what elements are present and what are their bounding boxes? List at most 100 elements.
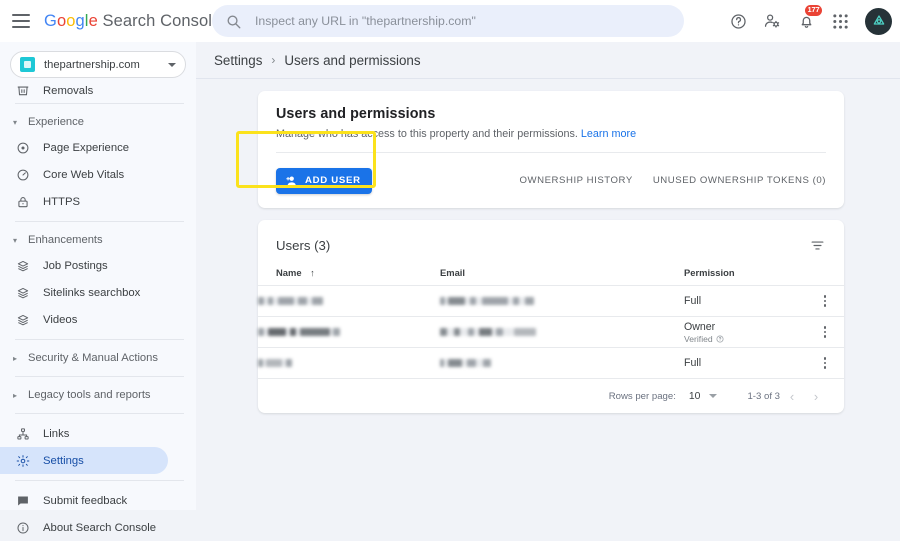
sidebar-item-core-web-vitals[interactable]: Core Web Vitals xyxy=(0,161,168,188)
unused-ownership-tokens-link[interactable]: UNUSED OWNERSHIP TOKENS (0) xyxy=(653,175,826,186)
redacted-email xyxy=(440,328,684,337)
cell-name xyxy=(258,316,440,348)
users-table-card: Users (3) Name ↑ Email Permission Full O… xyxy=(258,220,844,413)
sidebar-group-label: Security & Manual Actions xyxy=(28,352,158,364)
learn-more-link[interactable]: Learn more xyxy=(581,128,636,140)
verified-info-icon[interactable] xyxy=(716,335,724,343)
sidebar-group-security-manual-actions[interactable]: ▸ Security & Manual Actions xyxy=(0,346,196,370)
table-row[interactable]: Full xyxy=(258,285,844,317)
sidebar-item-label: HTTPS xyxy=(43,195,81,208)
divider xyxy=(15,413,184,414)
cell-actions xyxy=(804,316,844,348)
page-title: Users and permissions xyxy=(276,106,436,122)
cell-email xyxy=(440,285,684,317)
divider xyxy=(15,376,184,377)
users-count-title: Users (3) xyxy=(276,237,331,253)
sidebar-group-label: Enhancements xyxy=(28,234,103,246)
sidebar: thepartnership.com Removals ▾ Experience… xyxy=(0,42,196,534)
card-secondary-actions: OWNERSHIP HISTORY UNUSED OWNERSHIP TOKEN… xyxy=(520,175,827,186)
sidebar-item-removals[interactable]: Removals xyxy=(0,83,168,97)
row-menu-icon[interactable] xyxy=(814,321,836,343)
notifications-bell-icon[interactable]: 177 xyxy=(791,5,822,36)
ownership-history-link[interactable]: OWNERSHIP HISTORY xyxy=(520,175,633,186)
column-header-email[interactable]: Email xyxy=(440,267,684,286)
sidebar-item-settings[interactable]: Settings xyxy=(0,447,168,474)
property-selector[interactable]: thepartnership.com xyxy=(10,51,186,78)
sidebar-group-experience[interactable]: ▾ Experience xyxy=(0,110,196,134)
cell-name xyxy=(258,347,440,379)
table-header-row: Name ↑ Email Permission xyxy=(258,267,844,286)
card-description: Manage who has access to this property a… xyxy=(276,128,826,140)
column-header-permission[interactable]: Permission xyxy=(684,267,804,286)
cell-email xyxy=(440,316,684,348)
chevron-right-icon[interactable]: › xyxy=(804,384,828,408)
sidebar-item-sitelinks-searchbox[interactable]: Sitelinks searchbox xyxy=(0,279,168,306)
column-header-name-label: Name xyxy=(276,267,302,278)
account-settings-icon[interactable] xyxy=(757,6,787,36)
table-row[interactable]: Full xyxy=(258,347,844,379)
breadcrumb-settings[interactable]: Settings xyxy=(214,53,262,68)
sidebar-item-links[interactable]: Links xyxy=(0,420,168,447)
cell-permission: Full xyxy=(684,347,804,379)
permission-value: Owner xyxy=(684,320,716,333)
sidebar-item-job-postings[interactable]: Job Postings xyxy=(0,252,168,279)
permission-value: Full xyxy=(684,295,702,307)
add-user-button[interactable]: ADD USER xyxy=(276,167,372,194)
main-content: Settings › Users and permissions Users a… xyxy=(196,42,900,510)
chevron-left-icon[interactable]: ‹ xyxy=(780,384,804,408)
breadcrumb-current: Users and permissions xyxy=(284,52,421,68)
sidebar-item-label: Sitelinks searchbox xyxy=(43,286,141,299)
logo-letter-o1: o xyxy=(56,11,67,30)
sidebar-item-label: About Search Console xyxy=(43,521,157,534)
cell-permission: Owner Verified xyxy=(684,316,804,348)
add-user-button-label: ADD USER xyxy=(305,175,361,186)
product-name: Search Console xyxy=(97,11,222,30)
row-menu-icon[interactable] xyxy=(814,352,836,374)
sidebar-item-label: Removals xyxy=(43,85,94,97)
notification-count-badge: 177 xyxy=(805,5,822,16)
verified-status: Verified xyxy=(684,334,804,344)
removals-icon xyxy=(15,83,30,97)
logo-letter-o2: o xyxy=(66,11,76,30)
apps-grid-icon[interactable] xyxy=(825,6,855,36)
sidebar-item-https[interactable]: HTTPS xyxy=(0,188,168,215)
sidebar-group-label: Legacy tools and reports xyxy=(28,389,151,401)
help-circle-icon[interactable] xyxy=(723,6,753,36)
info-circle-icon xyxy=(15,520,30,535)
user-avatar[interactable] xyxy=(865,7,892,35)
feedback-icon xyxy=(15,493,30,508)
sidebar-item-about-search-console[interactable]: About Search Console xyxy=(0,514,168,541)
table-head: Name ↑ Email Permission xyxy=(258,267,844,286)
column-header-actions xyxy=(804,267,844,286)
hamburger-menu-icon[interactable] xyxy=(12,14,30,28)
search-input[interactable] xyxy=(255,14,655,28)
job-postings-icon xyxy=(15,258,30,273)
chevron-down-icon[interactable] xyxy=(709,394,718,398)
users-permissions-card: Users and permissions Manage who has acc… xyxy=(236,91,844,208)
sidebar-group-label: Experience xyxy=(28,116,84,128)
table-row[interactable]: Owner Verified xyxy=(258,316,844,348)
sidebar-group-legacy-tools[interactable]: ▸ Legacy tools and reports xyxy=(0,383,196,407)
sidebar-item-label: Submit feedback xyxy=(43,494,128,507)
pagination-range: 1-3 of 3 xyxy=(747,390,780,402)
https-lock-icon xyxy=(15,194,30,209)
sidebar-item-page-experience[interactable]: Page Experience xyxy=(0,134,168,161)
top-bar-actions: 177 xyxy=(723,0,892,42)
table-body: Full Owner Verified Full xyxy=(258,285,844,379)
filter-icon[interactable] xyxy=(806,234,828,256)
row-menu-icon[interactable] xyxy=(814,290,836,312)
sidebar-item-videos[interactable]: Videos xyxy=(0,306,168,333)
person-add-icon xyxy=(286,176,296,185)
divider xyxy=(15,480,184,481)
rows-per-page-label: Rows per page: xyxy=(608,390,676,402)
url-inspection-search-box[interactable] xyxy=(212,5,684,37)
cell-actions xyxy=(804,285,844,317)
settings-gear-icon xyxy=(15,453,30,468)
logo-letter-g: G xyxy=(44,11,57,30)
column-header-name[interactable]: Name ↑ xyxy=(258,267,440,286)
breadcrumb: Settings › Users and permissions xyxy=(196,42,900,78)
sidebar-group-enhancements[interactable]: ▾ Enhancements xyxy=(0,228,196,252)
rows-per-page-value[interactable]: 10 xyxy=(689,391,701,402)
users-table: Name ↑ Email Permission Full Owner Verif… xyxy=(258,267,844,379)
core-web-vitals-icon xyxy=(15,167,30,182)
